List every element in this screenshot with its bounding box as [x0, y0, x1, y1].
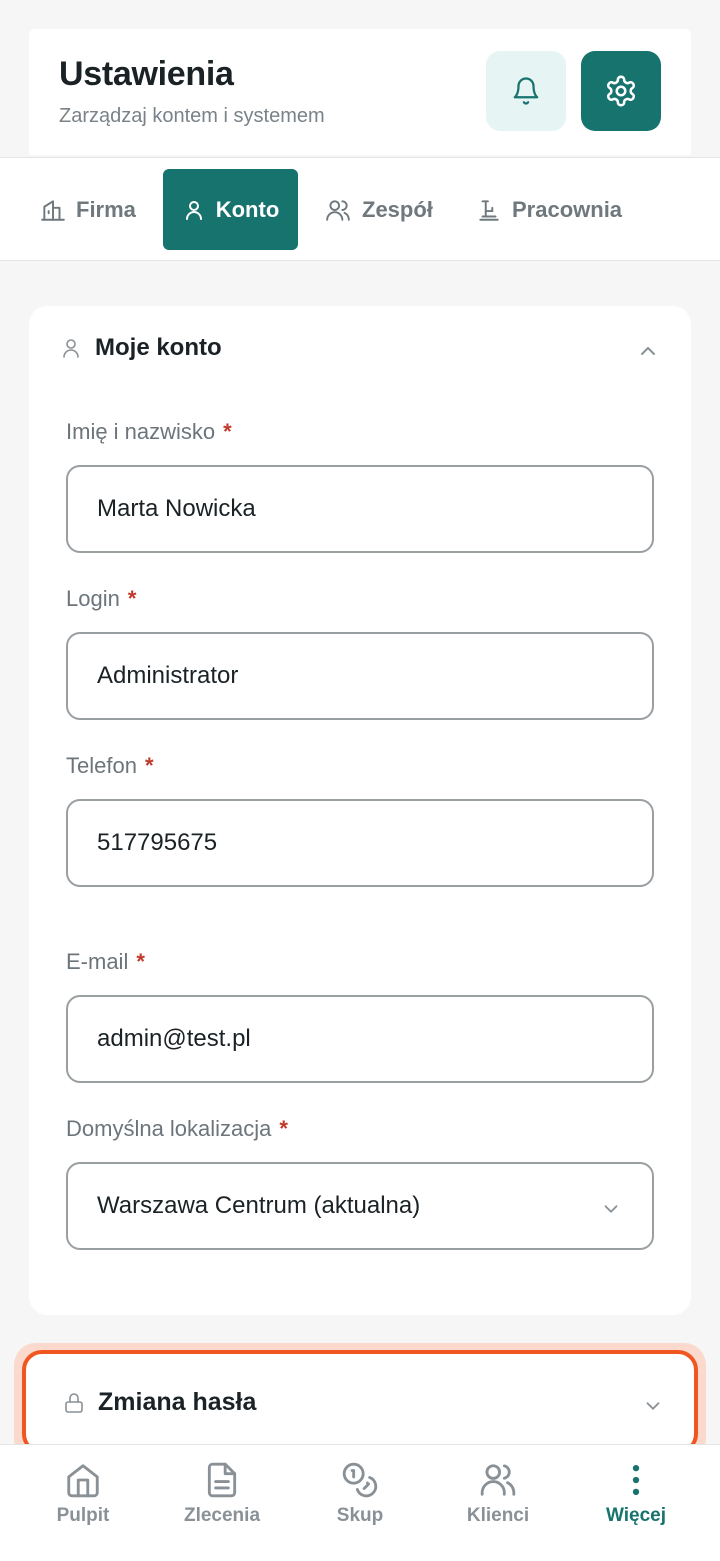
coins-icon: [342, 1462, 378, 1498]
tab-label: Pracownia: [512, 196, 623, 222]
nav-item-pulpit[interactable]: Pulpit: [11, 1461, 155, 1527]
nav-item-klienci[interactable]: Klienci: [426, 1461, 570, 1527]
tab-label: Firma: [76, 196, 136, 222]
password-section-header[interactable]: Zmiana hasła: [62, 1388, 256, 1417]
required-mark: *: [223, 419, 232, 444]
location-label: Domyślna lokalizacja *: [66, 1116, 288, 1142]
field-value: admin@test.pl: [97, 1025, 251, 1052]
settings-tabs: Firma Konto Zespół Pracownia: [0, 157, 720, 261]
login-label: Login *: [66, 586, 136, 612]
nav-label: Klienci: [466, 1505, 530, 1526]
section-title: Moje konto: [95, 334, 222, 361]
required-mark: *: [279, 1116, 288, 1141]
page-title: Ustawienia: [59, 55, 234, 93]
nav-item-skup[interactable]: Skup: [288, 1461, 432, 1527]
phone-field[interactable]: 517795675: [66, 799, 654, 887]
notifications-button[interactable]: [486, 51, 566, 131]
nav-item-wiecej[interactable]: Więcej: [564, 1461, 708, 1527]
users-icon: [480, 1464, 516, 1496]
field-value: Marta Nowicka: [97, 495, 256, 522]
account-section-header[interactable]: Moje konto: [59, 334, 222, 362]
page-subtitle: Zarządzaj kontem i systemem: [59, 105, 325, 127]
label-text: Login: [66, 586, 120, 611]
nav-label: Zlecenia: [183, 1505, 261, 1526]
tab-label: Zespół: [362, 196, 433, 222]
tab-konto[interactable]: Konto: [163, 169, 298, 250]
required-mark: *: [136, 949, 145, 974]
bottom-navigation: Pulpit Zlecenia Skup Klienci Więcej: [0, 1444, 720, 1561]
more-vertical-icon: [632, 1464, 640, 1496]
building-icon: [41, 199, 65, 221]
name-label: Imię i nazwisko *: [66, 419, 232, 445]
label-text: Domyślna lokalizacja: [66, 1116, 272, 1141]
tab-pracownia[interactable]: Pracownia: [476, 169, 622, 250]
chevron-down-icon[interactable]: [642, 1395, 664, 1417]
field-value: Warszawa Centrum (aktualna): [97, 1192, 421, 1219]
page-header: Ustawienia Zarządzaj kontem i systemem: [29, 29, 691, 155]
home-icon: [67, 1464, 99, 1498]
required-mark: *: [127, 586, 137, 611]
tab-label: Konto: [215, 196, 280, 222]
chevron-down-icon: [604, 1205, 618, 1213]
nav-label: Więcej: [605, 1505, 667, 1526]
gear-icon: [606, 75, 636, 107]
required-mark: *: [144, 753, 154, 778]
settings-button[interactable]: [581, 51, 661, 131]
phone-label: Telefon *: [66, 753, 154, 779]
lock-icon: [65, 1392, 83, 1413]
account-card: Moje konto Imię i nazwisko * Marta Nowick…: [29, 306, 691, 1315]
users-icon: [326, 199, 350, 221]
field-value: Administrator: [97, 662, 239, 689]
nav-label: Pulpit: [56, 1505, 110, 1526]
login-field[interactable]: Administrator: [66, 632, 654, 720]
email-label: E-mail *: [66, 949, 145, 975]
bell-icon: [513, 77, 539, 105]
nav-label: Skup: [336, 1505, 384, 1526]
label-text: Telefon: [66, 753, 137, 778]
label-text: Imię i nazwisko: [66, 419, 216, 444]
chevron-up-icon[interactable]: [636, 339, 660, 363]
nav-item-zlecenia[interactable]: Zlecenia: [150, 1461, 294, 1527]
document-icon: [207, 1462, 237, 1498]
field-value: 517795675: [97, 829, 218, 856]
user-icon: [63, 339, 79, 358]
workbench-icon: [479, 199, 499, 221]
header-area: Ustawienia Zarządzaj kontem i systemem: [0, 0, 720, 157]
section-title: Zmiana hasła: [98, 1388, 257, 1416]
tab-zespol[interactable]: Zespół: [324, 169, 433, 250]
tab-firma[interactable]: Firma: [40, 169, 136, 250]
label-text: E-mail: [66, 949, 129, 974]
password-section[interactable]: Zmiana hasła: [22, 1350, 698, 1454]
email-field[interactable]: admin@test.pl: [66, 995, 654, 1083]
location-select[interactable]: Warszawa Centrum (aktualna): [66, 1162, 654, 1250]
user-icon: [185, 200, 202, 220]
name-field[interactable]: Marta Nowicka: [66, 465, 654, 553]
